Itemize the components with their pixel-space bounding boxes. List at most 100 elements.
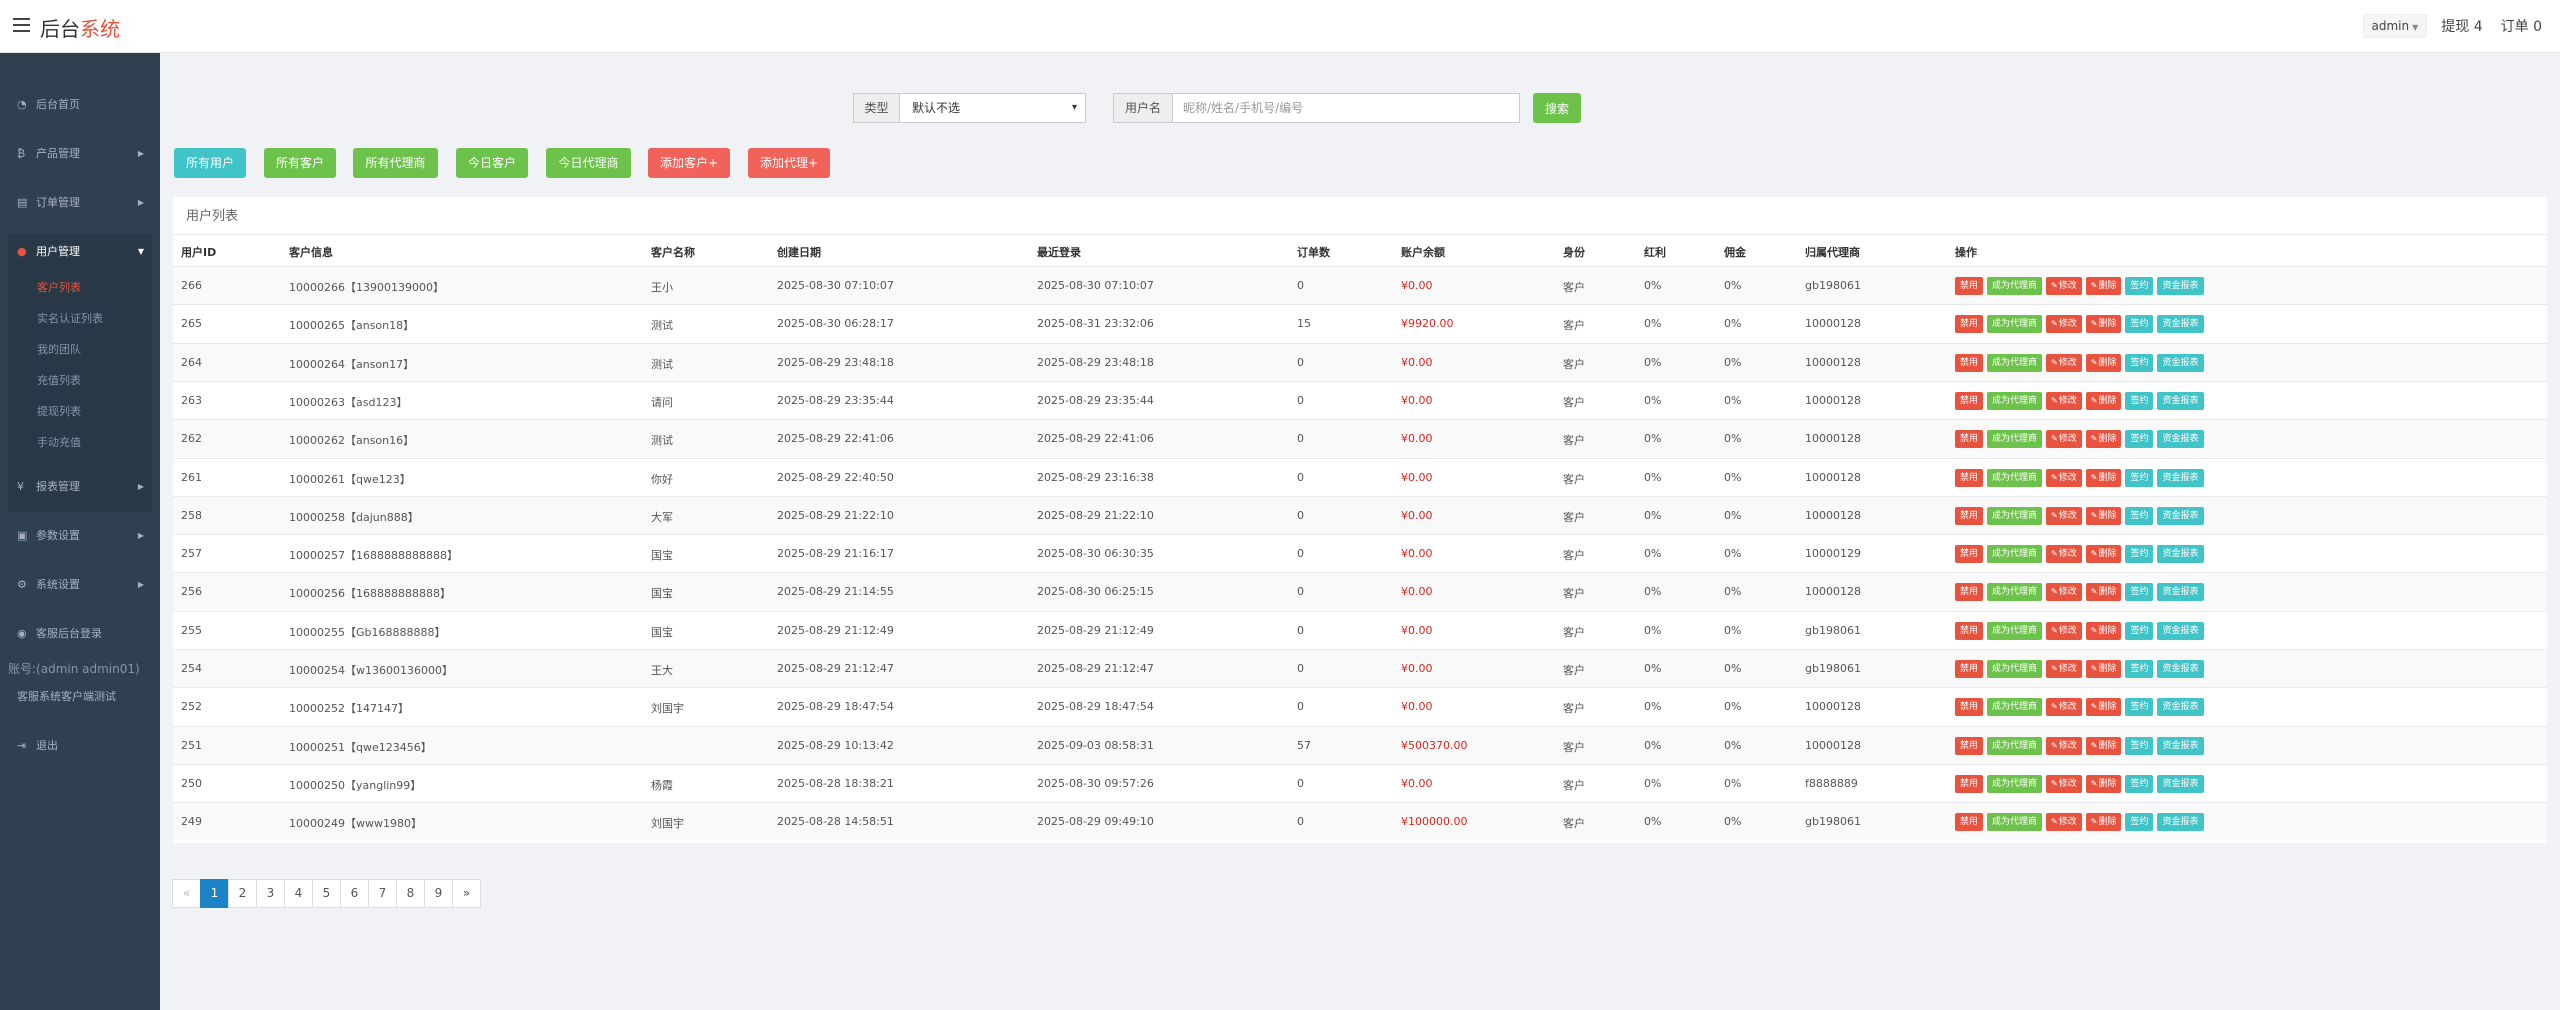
admin-dropdown[interactable]: admin ▼ (2362, 14, 2428, 38)
disable-button[interactable]: 禁用 (1955, 736, 1984, 755)
edit-button[interactable]: ✎修改 (2046, 621, 2082, 640)
edit-button[interactable]: ✎修改 (2046, 545, 2082, 564)
make-agent-button[interactable]: 成为代理商 (1987, 698, 2043, 717)
fund-report-button[interactable]: 资金报表 (2157, 736, 2204, 755)
sidebar-item-4[interactable]: ¥ 报表管理 ▶ (0, 475, 160, 499)
next-page-button[interactable]: » (452, 879, 481, 908)
today-customers-button[interactable]: 今日客户 (456, 148, 528, 178)
sidebar-item-3[interactable]: ● 用户管理 ▼ (0, 240, 160, 264)
sign-button[interactable]: 签约 (2125, 774, 2154, 793)
delete-button[interactable]: ✎删除 (2085, 736, 2122, 755)
disable-button[interactable]: 禁用 (1955, 774, 1984, 793)
make-agent-button[interactable]: 成为代理商 (1987, 736, 2043, 755)
edit-button[interactable]: ✎修改 (2046, 315, 2082, 334)
disable-button[interactable]: 禁用 (1955, 506, 1984, 525)
sidebar-item-8[interactable]: 客服系统客户端测试 (0, 685, 160, 709)
sidebar-item-5[interactable]: ▣ 参数设置 ▶ (0, 524, 160, 548)
page-button-2[interactable]: 2 (228, 879, 257, 908)
delete-button[interactable]: ✎删除 (2085, 583, 2122, 602)
disable-button[interactable]: 禁用 (1955, 698, 1984, 717)
make-agent-button[interactable]: 成为代理商 (1987, 813, 2043, 832)
sign-button[interactable]: 签约 (2125, 545, 2154, 564)
sign-button[interactable]: 签约 (2125, 621, 2154, 640)
edit-button[interactable]: ✎修改 (2046, 583, 2082, 602)
delete-button[interactable]: ✎删除 (2085, 315, 2122, 334)
make-agent-button[interactable]: 成为代理商 (1987, 506, 2043, 525)
fund-report-button[interactable]: 资金报表 (2157, 698, 2204, 717)
edit-button[interactable]: ✎修改 (2046, 353, 2082, 372)
edit-button[interactable]: ✎修改 (2046, 430, 2082, 449)
fund-report-button[interactable]: 资金报表 (2157, 621, 2204, 640)
page-button-5[interactable]: 5 (312, 879, 341, 908)
add-customer-button[interactable]: 添加客户+ (648, 148, 730, 178)
edit-button[interactable]: ✎修改 (2046, 698, 2082, 717)
disable-button[interactable]: 禁用 (1955, 545, 1984, 564)
make-agent-button[interactable]: 成为代理商 (1987, 545, 2043, 564)
all-users-button[interactable]: 所有用户 (174, 148, 246, 178)
make-agent-button[interactable]: 成为代理商 (1987, 660, 2043, 678)
make-agent-button[interactable]: 成为代理商 (1987, 315, 2043, 334)
edit-button[interactable]: ✎修改 (2046, 813, 2082, 832)
today-agents-button[interactable]: 今日代理商 (546, 148, 631, 178)
delete-button[interactable]: ✎删除 (2085, 506, 2122, 525)
delete-button[interactable]: ✎删除 (2085, 660, 2122, 678)
make-agent-button[interactable]: 成为代理商 (1987, 468, 2043, 487)
delete-button[interactable]: ✎删除 (2085, 774, 2122, 793)
delete-button[interactable]: ✎删除 (2085, 391, 2122, 410)
disable-button[interactable]: 禁用 (1955, 430, 1984, 449)
order-notice-link[interactable]: 订单 0 (2497, 12, 2546, 40)
fund-report-button[interactable]: 资金报表 (2157, 315, 2204, 334)
sidebar-subitem-0[interactable]: 客户列表 (37, 278, 81, 298)
fund-report-button[interactable]: 资金报表 (2157, 430, 2204, 449)
page-button-4[interactable]: 4 (284, 879, 313, 908)
delete-button[interactable]: ✎删除 (2085, 621, 2122, 640)
disable-button[interactable]: 禁用 (1955, 660, 1984, 678)
disable-button[interactable]: 禁用 (1955, 353, 1984, 372)
page-button-6[interactable]: 6 (340, 879, 369, 908)
all-agents-button[interactable]: 所有代理商 (353, 148, 438, 178)
edit-button[interactable]: ✎修改 (2046, 774, 2082, 793)
sign-button[interactable]: 签约 (2125, 698, 2154, 717)
fund-report-button[interactable]: 资金报表 (2157, 545, 2204, 564)
fund-report-button[interactable]: 资金报表 (2157, 277, 2204, 295)
disable-button[interactable]: 禁用 (1955, 391, 1984, 410)
sidebar-subitem-4[interactable]: 提现列表 (37, 402, 81, 422)
delete-button[interactable]: ✎删除 (2085, 353, 2122, 372)
sign-button[interactable]: 签约 (2125, 660, 2154, 678)
edit-button[interactable]: ✎修改 (2046, 506, 2082, 525)
search-button[interactable]: 搜索 (1533, 93, 1581, 123)
sign-button[interactable]: 签约 (2125, 353, 2154, 372)
make-agent-button[interactable]: 成为代理商 (1987, 621, 2043, 640)
delete-button[interactable]: ✎删除 (2085, 813, 2122, 832)
fund-report-button[interactable]: 资金报表 (2157, 468, 2204, 487)
edit-button[interactable]: ✎修改 (2046, 660, 2082, 678)
delete-button[interactable]: ✎删除 (2085, 468, 2122, 487)
sign-button[interactable]: 签约 (2125, 468, 2154, 487)
sidebar-item-7[interactable]: ◉ 客服后台登录 (0, 622, 160, 646)
sign-button[interactable]: 签约 (2125, 391, 2154, 410)
edit-button[interactable]: ✎修改 (2046, 277, 2082, 295)
disable-button[interactable]: 禁用 (1955, 468, 1984, 487)
disable-button[interactable]: 禁用 (1955, 813, 1984, 832)
username-search-input[interactable] (1172, 93, 1520, 123)
delete-button[interactable]: ✎删除 (2085, 277, 2122, 295)
fund-report-button[interactable]: 资金报表 (2157, 506, 2204, 525)
sign-button[interactable]: 签约 (2125, 506, 2154, 525)
edit-button[interactable]: ✎修改 (2046, 736, 2082, 755)
page-button-8[interactable]: 8 (396, 879, 425, 908)
fund-report-button[interactable]: 资金报表 (2157, 391, 2204, 410)
page-button-3[interactable]: 3 (256, 879, 285, 908)
sidebar-item-2[interactable]: ▤ 订单管理 ▶ (0, 191, 160, 215)
disable-button[interactable]: 禁用 (1955, 583, 1984, 602)
add-agent-button[interactable]: 添加代理+ (748, 148, 830, 178)
make-agent-button[interactable]: 成为代理商 (1987, 391, 2043, 410)
type-select[interactable]: 默认不选 ▾ (899, 93, 1086, 123)
withdraw-notice-link[interactable]: 提现 4 (2437, 12, 2486, 40)
sign-button[interactable]: 签约 (2125, 315, 2154, 334)
all-customers-button[interactable]: 所有客户 (264, 148, 336, 178)
disable-button[interactable]: 禁用 (1955, 621, 1984, 640)
make-agent-button[interactable]: 成为代理商 (1987, 430, 2043, 449)
delete-button[interactable]: ✎删除 (2085, 430, 2122, 449)
delete-button[interactable]: ✎删除 (2085, 698, 2122, 717)
page-button-7[interactable]: 7 (368, 879, 397, 908)
